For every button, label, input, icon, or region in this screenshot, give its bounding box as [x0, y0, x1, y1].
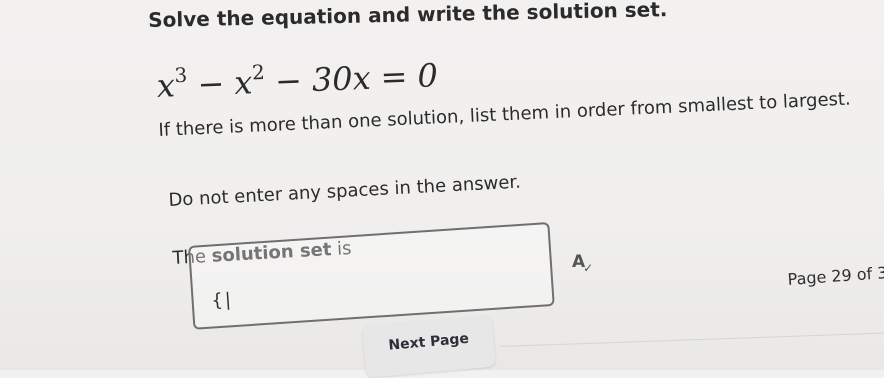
answer-input-value: {|	[211, 289, 235, 312]
equation: x3− x2−30x = 0	[156, 53, 438, 105]
equation-term1-base: x	[156, 66, 176, 105]
next-page-button[interactable]: Next Page	[362, 314, 497, 378]
equation-equals: =	[379, 57, 409, 97]
equation-operator-2: −	[274, 61, 303, 101]
instruction-no-spaces: Do not enter any spaces in the answer.	[168, 171, 522, 211]
equation-term1-exponent: 3	[174, 62, 188, 88]
spellcheck-icon[interactable]: A✓	[572, 252, 595, 275]
page-indicator: Page 29 of 30	[787, 262, 884, 289]
equation-term3: 30x	[311, 58, 372, 100]
divider	[500, 332, 884, 347]
next-page-label: Next Page	[387, 330, 470, 354]
equation-operator-1: −	[196, 64, 226, 104]
question-screen: Solve the equation and write the solutio…	[0, 0, 884, 378]
answer-input[interactable]: {|	[188, 222, 555, 330]
equation-rhs: 0	[416, 56, 439, 95]
question-title: Solve the equation and write the solutio…	[148, 0, 668, 32]
equation-term2-base: x	[233, 63, 254, 102]
